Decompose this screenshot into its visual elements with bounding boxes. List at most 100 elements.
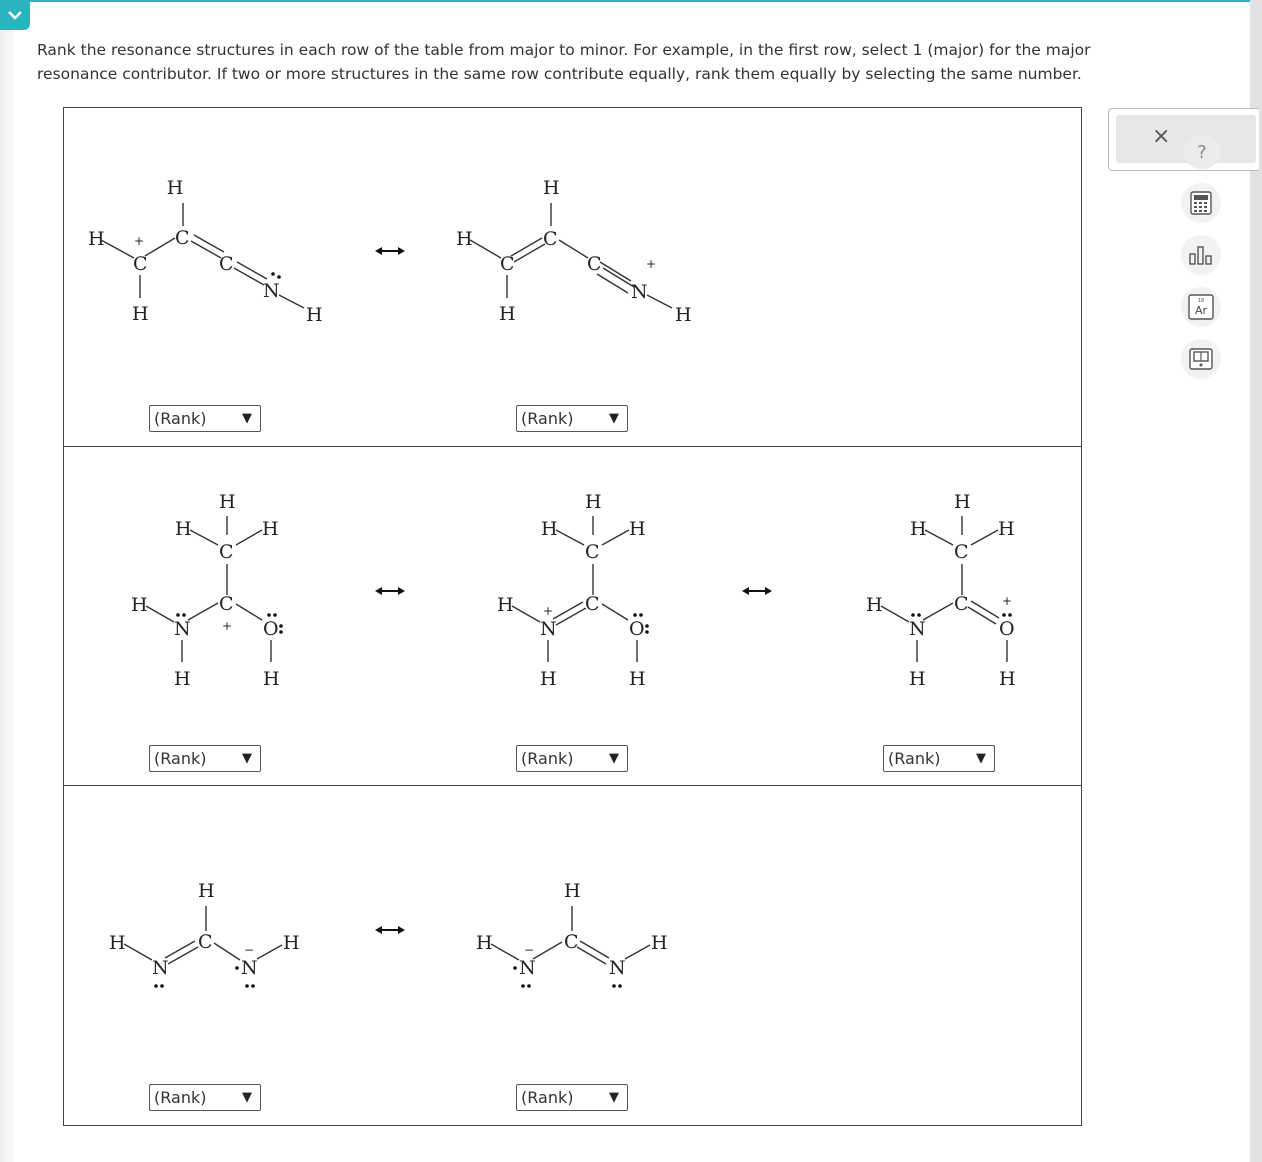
atom-h: H [540, 668, 557, 690]
question-instructions: Rank the resonance structures in each ro… [37, 39, 1147, 86]
rank-select-r2-s2[interactable]: (Rank) ▼ [516, 745, 628, 772]
atom-c: C [500, 253, 515, 275]
resonance-arrow [742, 587, 772, 595]
atom-n: N [540, 618, 557, 640]
atom-h: H [174, 668, 191, 690]
rank-select-label: (Rank) [154, 749, 207, 768]
collapse-toggle[interactable] [0, 0, 30, 30]
atom-h: H [175, 518, 192, 540]
resonance-arrow [375, 247, 405, 255]
charge-minus: − [524, 943, 534, 957]
atom-o: O [629, 618, 645, 640]
atom-h: H [88, 228, 105, 250]
left-margin [0, 30, 14, 1162]
resonance-arrow [375, 926, 405, 934]
atom-h: H [476, 932, 493, 954]
structure-2-3: H H H C C H N H + O H [866, 491, 1016, 690]
top-accent-line [0, 0, 1250, 2]
close-icon[interactable]: × [1152, 124, 1170, 149]
periodic-table-icon[interactable]: 18 Ar [1181, 287, 1221, 327]
atom-h: H [198, 880, 215, 902]
charge-minus: − [244, 943, 254, 957]
atom-n: N [519, 957, 536, 979]
atom-h: H [541, 518, 558, 540]
atom-c: C [585, 593, 600, 615]
rank-select-label: (Rank) [521, 749, 574, 768]
atom-h: H [306, 304, 323, 326]
atom-c: C [587, 253, 602, 275]
data-reference-icon-glyph [1189, 348, 1213, 370]
table-row-2: H H H C C + H N H O H H H H C C H + N H … [64, 447, 1081, 786]
atom-n: N [609, 957, 626, 979]
atom-n: N [241, 957, 258, 979]
atom-c: C [175, 227, 190, 249]
atom-c: C [954, 541, 969, 563]
atom-c: C [219, 253, 234, 275]
bar-chart-icon[interactable] [1181, 235, 1221, 275]
rank-select-r1-s2[interactable]: (Rank) ▼ [516, 405, 628, 432]
instructions-line-1: Rank the resonance structures in each ro… [37, 41, 1091, 59]
rank-select-label: (Rank) [154, 1088, 207, 1107]
atom-h: H [910, 518, 927, 540]
structure-2-2: H H H C C H + N H O H [497, 491, 649, 690]
rank-select-r1-s1[interactable]: (Rank) ▼ [149, 405, 261, 432]
atom-n: N [631, 281, 648, 303]
dropdown-arrow-icon: ▼ [976, 751, 986, 766]
scrollbar[interactable] [1250, 0, 1262, 1162]
svg-text:Ar: Ar [1195, 304, 1208, 317]
atom-c: C [543, 228, 558, 250]
atom-h: H [132, 303, 149, 325]
atom-h: H [675, 304, 692, 326]
atom-c: C [954, 593, 969, 615]
atom-n: N [152, 957, 169, 979]
rank-select-label: (Rank) [521, 409, 574, 428]
resonance-arrow [375, 587, 405, 595]
resonance-table: H C H + C H C N H H C H C H C + N H (Ran… [63, 107, 1082, 1126]
atom-h: H [585, 491, 602, 513]
atom-o: O [263, 618, 279, 640]
atom-h: H [954, 491, 971, 513]
atom-n: N [174, 618, 191, 640]
dropdown-arrow-icon: ▼ [242, 1090, 252, 1105]
help-icon[interactable]: ? [1183, 135, 1221, 169]
bar-chart-icon-glyph [1189, 246, 1212, 265]
dropdown-arrow-icon: ▼ [609, 411, 619, 426]
structure-2-1: H H H C C + H N H O H [131, 491, 283, 690]
data-reference-icon[interactable] [1181, 339, 1221, 379]
charge-plus: + [222, 619, 232, 633]
rank-select-label: (Rank) [154, 409, 207, 428]
rank-select-r2-s1[interactable]: (Rank) ▼ [149, 745, 261, 772]
atom-h: H [262, 518, 279, 540]
atom-h: H [499, 303, 516, 325]
atom-c: C [585, 541, 600, 563]
atom-c: C [564, 931, 579, 953]
atom-h: H [263, 668, 280, 690]
rank-select-r3-s1[interactable]: (Rank) ▼ [149, 1084, 261, 1111]
structure-3-2: H C H − N N H [476, 880, 668, 988]
atom-o: O [999, 618, 1015, 640]
atom-n: N [263, 280, 280, 302]
dropdown-arrow-icon: ▼ [609, 1090, 619, 1105]
atom-h: H [909, 668, 926, 690]
atom-h: H [456, 228, 473, 250]
atom-h: H [283, 932, 300, 954]
rank-select-r2-s3[interactable]: (Rank) ▼ [883, 745, 995, 772]
rank-select-label: (Rank) [521, 1088, 574, 1107]
atom-h: H [543, 177, 560, 199]
rank-select-r3-s2[interactable]: (Rank) ▼ [516, 1084, 628, 1111]
atom-h: H [998, 518, 1015, 540]
atom-h: H [131, 594, 148, 616]
dropdown-arrow-icon: ▼ [242, 751, 252, 766]
answer-toolbox [1108, 108, 1259, 171]
table-row-1: H C H + C H C N H H C H C H C + N H (Ran… [64, 108, 1081, 447]
charge-plus: + [1002, 594, 1012, 608]
calculator-icon[interactable] [1181, 183, 1221, 223]
calculator-icon-glyph [1190, 191, 1212, 215]
row-2-structures: H H H C C + H N H O H H H H C C H + N H … [131, 491, 1016, 690]
atom-c: C [219, 593, 234, 615]
atom-h: H [866, 594, 883, 616]
periodic-table-icon-glyph: 18 Ar [1188, 294, 1214, 320]
atom-h: H [629, 668, 646, 690]
chevron-down-icon [8, 11, 22, 20]
atom-c: C [198, 931, 213, 953]
